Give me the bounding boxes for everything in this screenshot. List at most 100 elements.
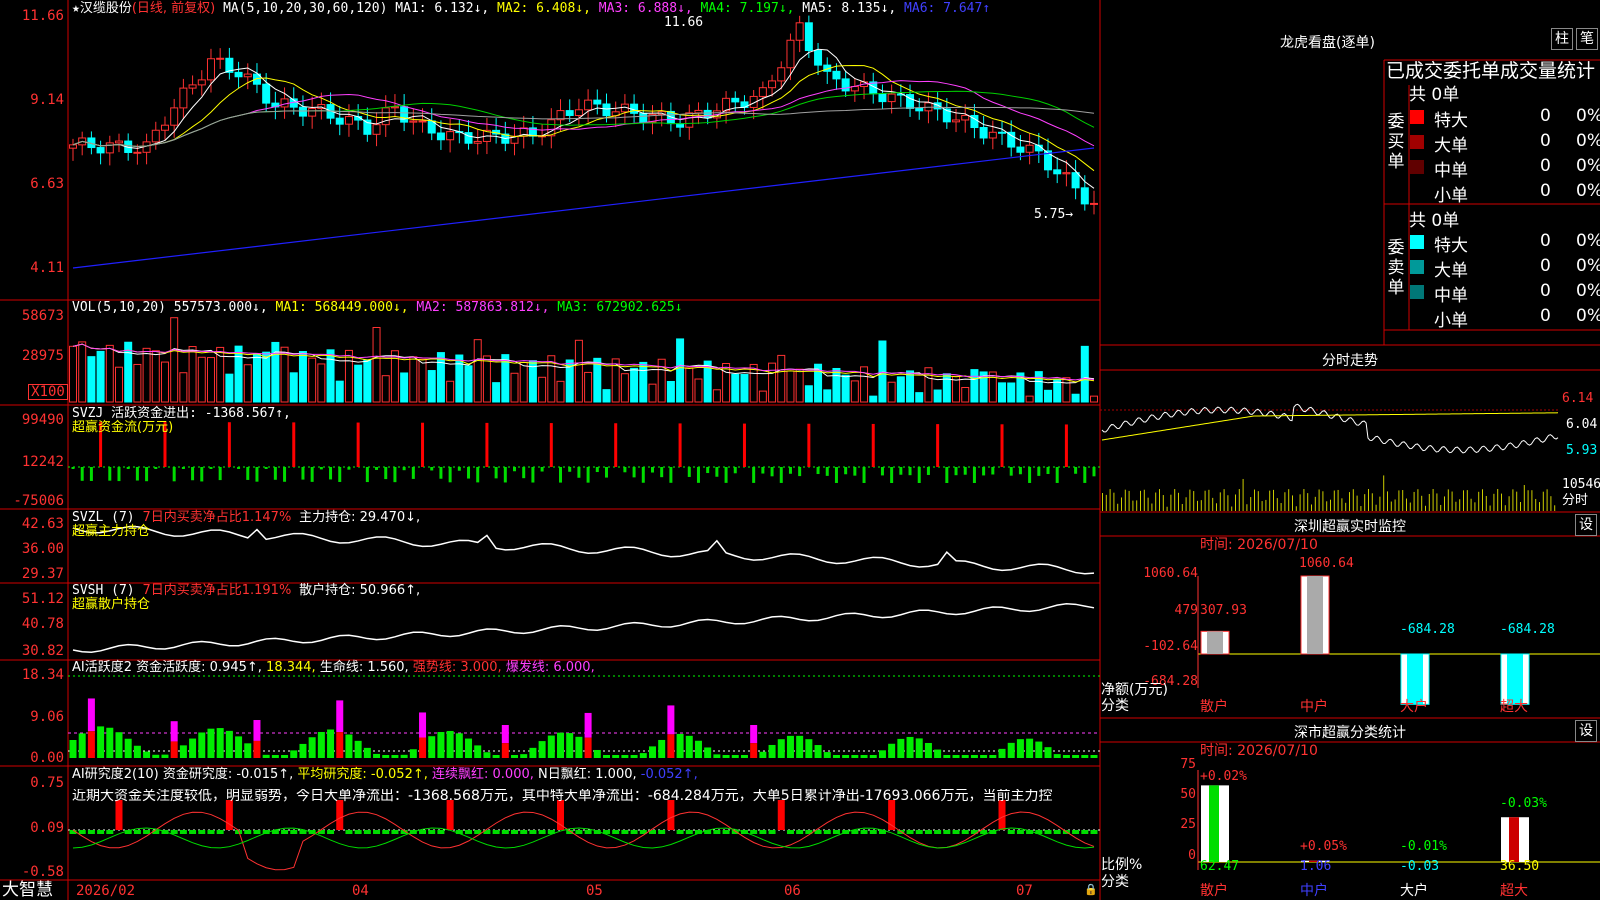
buy-row-value: 0 (1540, 181, 1551, 201)
research-bar (575, 830, 583, 834)
research-bar (1044, 830, 1052, 834)
active-bar (189, 738, 197, 758)
buy-row-pct: 0% (1576, 156, 1600, 176)
sell-m-swatch (1410, 285, 1424, 299)
app-logo[interactable]: 大智慧 (2, 881, 53, 899)
candle (593, 99, 602, 105)
sz-monitor-settings-button[interactable]: 设 (1575, 514, 1597, 536)
intraday-title: 分时走势 (1322, 353, 1378, 369)
intraday-volume-bar (1295, 506, 1297, 511)
sell-row-name: 中单 (1434, 286, 1468, 306)
active-bar (336, 732, 344, 758)
intraday-volume-bar (1113, 492, 1115, 511)
sz-monitor-category: 散户 (1200, 699, 1228, 715)
fund-flow-bar (770, 467, 774, 477)
intraday-volume-bar (1151, 503, 1153, 511)
intraday-volume-bar (1121, 497, 1122, 511)
vol-ma1: MA1: 568449.000↓, (275, 300, 409, 315)
buy-row-pct: 0% (1576, 181, 1600, 201)
volume-bar (786, 370, 795, 403)
candle (694, 109, 703, 114)
volume-bar (1080, 345, 1089, 403)
active-bar (658, 739, 666, 758)
volume-bar (363, 359, 372, 403)
volume-bar (823, 389, 832, 403)
candle (381, 107, 390, 126)
fund-flow-bar (926, 467, 930, 475)
kline-mode[interactable]: (日线, 前复权) (132, 1, 215, 16)
favorite-star-icon[interactable]: ★ (72, 1, 80, 16)
sell-l-swatch (1410, 260, 1424, 274)
candle (446, 131, 455, 141)
volume-bar (262, 351, 271, 403)
intraday-volume-bar (1235, 494, 1236, 511)
intraday-volume-bar (1485, 495, 1487, 511)
sz-class-value: 62.47 (1200, 859, 1240, 874)
intraday-volume-bar (1440, 504, 1442, 511)
active-bar (832, 755, 840, 758)
vol-unit-badge[interactable]: X100 (28, 384, 68, 400)
active-bar (851, 755, 859, 758)
active-bar (354, 740, 362, 758)
ma2-value: MA2: 6.408↓, (497, 1, 591, 16)
fund-flow-bar (788, 467, 792, 474)
ai-strong-line: 强势线: 3.000, (412, 660, 502, 675)
column-view-button[interactable]: 柱 (1551, 28, 1573, 50)
volume-header: VOL(5,10,20) 557573.000↓, MA1: 568449.00… (72, 301, 683, 315)
intraday-volume-bar (1284, 492, 1286, 511)
volume-bar (335, 380, 344, 403)
fund-flow-bar (80, 467, 84, 481)
fund-flow-bar (696, 467, 700, 483)
tick-view-button[interactable]: 笔 (1576, 28, 1598, 50)
volume-bar (105, 344, 114, 403)
intraday-volume-bar (1318, 489, 1320, 511)
fund-flow-bar (549, 423, 553, 467)
fund-flow-bar (834, 467, 838, 483)
volume-bar (197, 356, 206, 403)
fund-flow-bar (393, 467, 397, 483)
candle (584, 99, 593, 111)
intraday-volume-bar (1390, 501, 1392, 511)
candle (998, 131, 1007, 134)
research-bar (906, 830, 914, 834)
fund-flow-bar (945, 467, 949, 483)
candle (160, 124, 169, 131)
active-bar (759, 751, 767, 758)
active-bar (805, 739, 813, 758)
volume-bar (482, 355, 491, 403)
sz-class-settings-button[interactable]: 设 (1575, 720, 1597, 742)
intraday-volume-bar (1314, 496, 1316, 511)
sz-class-category: 超大 (1500, 883, 1528, 899)
ma4-value: MA4: 7.197↓, (700, 1, 795, 16)
kline-y-label: 4.11 (30, 260, 64, 276)
fund-flow-bar (218, 467, 222, 481)
fund-flow-bar (154, 467, 158, 469)
candle (768, 80, 777, 89)
research-bar (391, 830, 399, 834)
intraday-volume-bar (1166, 506, 1168, 511)
sell-row-pct: 0% (1576, 231, 1600, 251)
candle (464, 132, 473, 144)
intraday-volume-bar (1463, 490, 1464, 511)
intraday-volume-bar (1204, 490, 1206, 511)
candle (344, 116, 353, 125)
active-bar (235, 736, 243, 758)
ai-active-y-label: 18.34 (21, 667, 64, 683)
research-bar (501, 830, 509, 834)
active-bar (244, 743, 252, 758)
chart-canvas[interactable] (0, 0, 1600, 900)
intraday-y-label: 6.04 (1566, 417, 1598, 432)
candle (1053, 169, 1062, 175)
ma-line (72, 147, 1095, 269)
active-bar (198, 732, 206, 758)
fund-flow-bar (559, 467, 563, 483)
intraday-volume-bar (1273, 489, 1274, 511)
candle (133, 151, 142, 154)
intraday-volume-bar (1387, 491, 1388, 511)
lock-icon[interactable]: 🔒 (1084, 883, 1098, 897)
fund-flow-bar (1055, 467, 1059, 483)
svsh-position: 散户持仓: 50.966↑, (299, 583, 421, 598)
intraday-volume-bar (1132, 500, 1134, 511)
research-bar (750, 830, 758, 834)
fund-flow-bar (614, 423, 618, 467)
